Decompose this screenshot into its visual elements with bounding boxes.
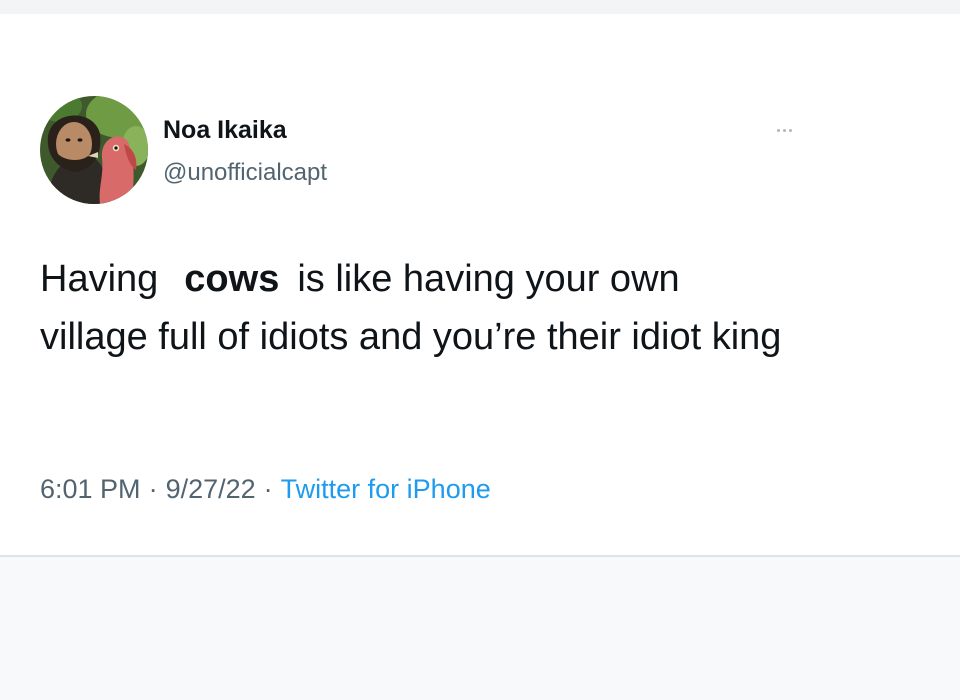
tweet-emphasis-word: cows xyxy=(184,258,280,300)
top-background-strip xyxy=(0,0,960,14)
tweet-text: Having cows is like having your own villag… xyxy=(40,250,920,366)
more-options-icon[interactable] xyxy=(766,122,802,138)
more-dot xyxy=(782,128,786,132)
tweet-metadata: 6:01 PM · 9/27/22 · Twitter for iPhone xyxy=(40,474,491,505)
more-dot xyxy=(788,128,792,132)
author-avatar[interactable] xyxy=(40,96,148,204)
avatar-photo-icon xyxy=(40,96,148,204)
tweet-line-1: Having cows is like having your own xyxy=(40,250,920,308)
tweet-line-2: village full of idiots and you’re their … xyxy=(40,316,782,358)
more-dot xyxy=(776,128,780,132)
tweet-date[interactable]: 9/27/22 xyxy=(166,474,256,504)
author-name[interactable]: Noa Ikaika xyxy=(163,116,287,145)
tweet-source-link[interactable]: Twitter for iPhone xyxy=(281,474,491,504)
meta-separator: · xyxy=(263,474,273,504)
author-handle[interactable]: @unofficialcapt xyxy=(163,159,327,187)
tweet-text-rest: is like having your own xyxy=(297,258,680,300)
bottom-empty-area xyxy=(0,557,960,700)
tweet-time[interactable]: 6:01 PM xyxy=(40,474,141,504)
meta-separator: · xyxy=(148,474,158,504)
tweet-text-start: Having xyxy=(40,258,159,300)
